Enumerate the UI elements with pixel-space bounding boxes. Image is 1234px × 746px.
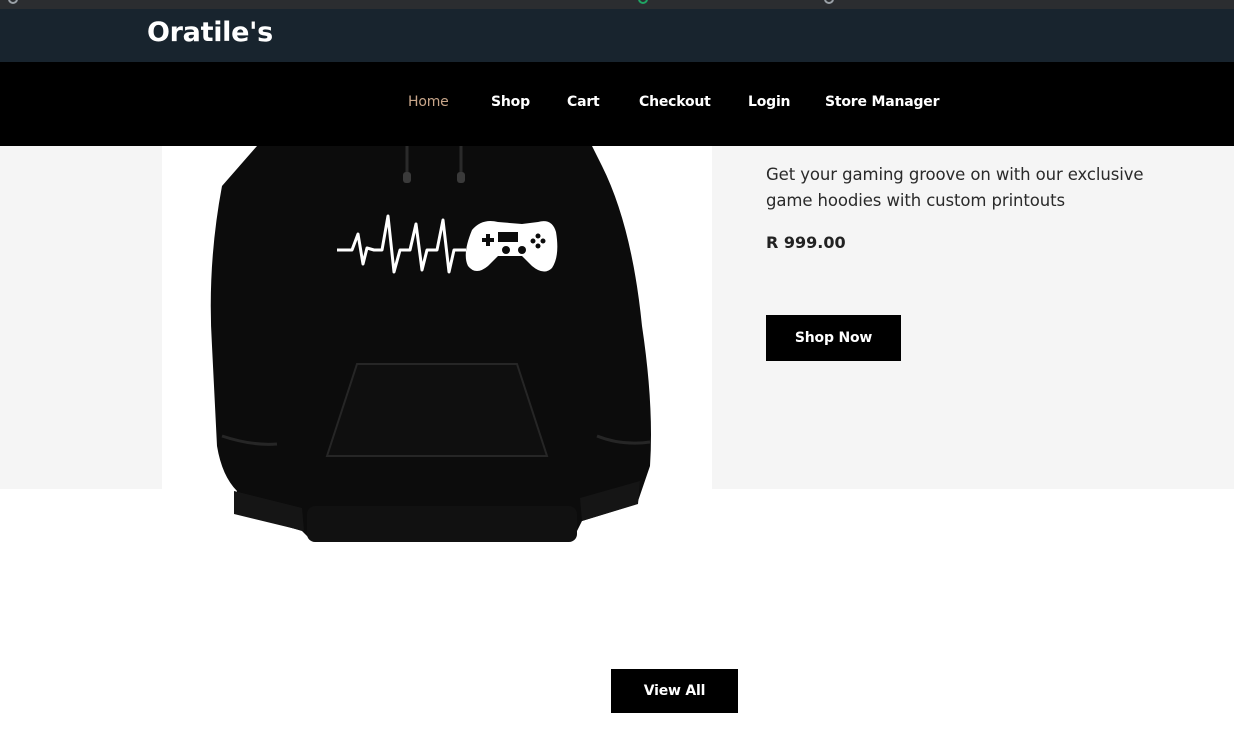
tab-icon: [8, 0, 18, 4]
profile-icon: [824, 0, 834, 4]
nav-store-manager[interactable]: Store Manager: [825, 94, 939, 110]
browser-chrome-strip: [0, 0, 1234, 9]
nav-checkout[interactable]: Checkout: [639, 94, 711, 110]
product-description: Get your gaming groove on with our exclu…: [766, 165, 1144, 210]
site-header: Oratile's: [0, 9, 1234, 62]
extension-icon: [638, 0, 648, 4]
product-price: R 999.00: [766, 233, 846, 252]
nav-cart[interactable]: Cart: [567, 94, 600, 110]
brand-logo[interactable]: Oratile's: [147, 17, 273, 48]
main-nav: Home Shop Cart Checkout Login Store Mana…: [0, 62, 1234, 146]
nav-login[interactable]: Login: [748, 94, 791, 110]
view-all-button[interactable]: View All: [611, 669, 738, 713]
nav-home[interactable]: Home: [408, 94, 449, 110]
shop-now-button[interactable]: Shop Now: [766, 315, 901, 361]
black-gaming-hoodie-image[interactable]: [162, 146, 712, 556]
nav-shop[interactable]: Shop: [491, 94, 530, 110]
